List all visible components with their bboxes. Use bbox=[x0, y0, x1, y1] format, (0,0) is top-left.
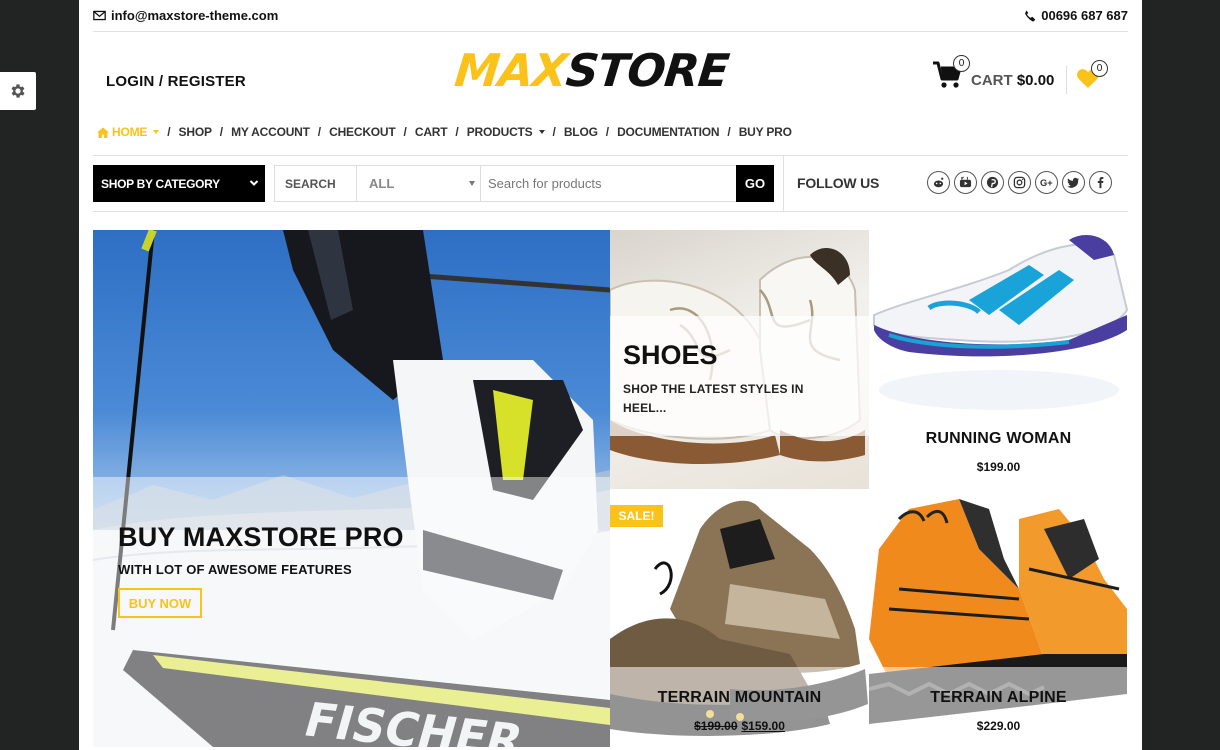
sale-badge: SALE! bbox=[610, 505, 663, 527]
running-shoe-image bbox=[873, 235, 1128, 410]
gear-icon bbox=[11, 84, 25, 98]
page-container: info@maxstore-theme.com 00696 687 687 LO… bbox=[79, 0, 1142, 750]
nav-label-home: HOME bbox=[112, 125, 148, 139]
reddit-icon[interactable] bbox=[927, 171, 950, 194]
chevron-down-icon bbox=[153, 130, 160, 134]
nav-separator: / bbox=[167, 125, 171, 139]
product-price: $229.00 bbox=[976, 719, 1021, 733]
svg-text:G+: G+ bbox=[1040, 178, 1053, 188]
nav-item-home[interactable]: HOME bbox=[97, 125, 160, 139]
follow-us-label: FOLLOW US bbox=[797, 175, 880, 191]
search-input[interactable] bbox=[481, 166, 736, 201]
shoes-title: SHOES bbox=[623, 340, 718, 370]
nav-separator: / bbox=[727, 125, 731, 139]
search-category-value: ALL bbox=[369, 176, 395, 191]
cart-label: CART $0.00 bbox=[971, 72, 1054, 89]
cart-icon-wrapper: 0 bbox=[932, 55, 970, 90]
shoes-overlay bbox=[610, 316, 869, 436]
nav-separator: / bbox=[403, 125, 407, 139]
instagram-icon[interactable] bbox=[1008, 171, 1031, 194]
facebook-icon[interactable] bbox=[1089, 171, 1112, 194]
contact-phone[interactable]: 00696 687 687 bbox=[1023, 8, 1128, 23]
search-go-button[interactable]: GO bbox=[736, 165, 774, 202]
product-name: TERRAIN ALPINE bbox=[930, 689, 1067, 706]
category-button-label: SHOP BY CATEGORY bbox=[101, 176, 220, 191]
envelope-icon bbox=[93, 10, 106, 21]
nav-item-documentation[interactable]: DOCUMENTATION bbox=[617, 125, 719, 139]
cart-amount: $0.00 bbox=[1016, 71, 1055, 89]
nav-item-shop[interactable]: SHOP bbox=[179, 125, 212, 139]
product-overlay bbox=[869, 667, 1128, 747]
dropdown-arrow-icon bbox=[469, 181, 475, 186]
product-terrain-mountain[interactable]: SALE! TERRAIN MOUNTAIN $199.00 $159.00 bbox=[610, 489, 869, 747]
nav-item-my-account[interactable]: MY ACCOUNT bbox=[231, 125, 310, 139]
nav-item-checkout[interactable]: CHECKOUT bbox=[329, 125, 396, 139]
product-search-form: SEARCH ALL GO bbox=[274, 165, 774, 202]
email-text: info@maxstore-theme.com bbox=[111, 8, 279, 23]
banner-title: BUY MAXSTORE PRO bbox=[118, 522, 404, 552]
phone-text: 00696 687 687 bbox=[1041, 8, 1128, 23]
search-label: SEARCH bbox=[275, 166, 357, 201]
old-price: $199.00 bbox=[694, 719, 738, 733]
promo-banner-main[interactable]: FISCHER BUY MAXSTORE PRO WITH LOT OF AWE… bbox=[93, 230, 610, 747]
cart-count-badge: 0 bbox=[953, 55, 970, 72]
header-cart[interactable]: 0 CART $0.00 bbox=[932, 55, 1054, 90]
chevron-down-icon bbox=[538, 130, 545, 134]
nav-separator: / bbox=[552, 125, 556, 139]
contact-email[interactable]: info@maxstore-theme.com bbox=[93, 8, 278, 23]
product-terrain-alpine[interactable]: TERRAIN ALPINE $229.00 bbox=[869, 489, 1128, 747]
nav-separator: / bbox=[219, 125, 224, 139]
product-overlay bbox=[610, 667, 869, 747]
pinterest-icon[interactable] bbox=[981, 171, 1004, 194]
banner-subtitle: WITH LOT OF AWESOME FEATURES bbox=[118, 562, 352, 577]
wishlist-count-badge: 0 bbox=[1091, 60, 1108, 77]
product-name: RUNNING WOMAN bbox=[925, 430, 1072, 447]
top-bar: info@maxstore-theme.com 00696 687 687 bbox=[93, 0, 1128, 32]
nav-label-products: PRODUCTS bbox=[466, 125, 533, 139]
twitter-icon[interactable] bbox=[1062, 171, 1085, 194]
youtube-icon[interactable] bbox=[954, 171, 977, 194]
nav-item-buy-pro[interactable]: BUY PRO bbox=[739, 125, 792, 139]
product-price: $199.00 bbox=[976, 460, 1021, 474]
nav-item-products[interactable]: PRODUCTS bbox=[467, 125, 545, 139]
settings-panel-toggle[interactable] bbox=[0, 72, 36, 110]
product-price: $199.00 $159.00 bbox=[610, 719, 869, 733]
search-row: SHOP BY CATEGORY SEARCH ALL GO FOLLOW US… bbox=[93, 155, 1128, 212]
product-running-woman[interactable]: RUNNING WOMAN $199.00 bbox=[869, 230, 1128, 489]
chevron-down-icon bbox=[249, 180, 259, 186]
home-icon bbox=[97, 127, 109, 138]
shoes-subtitle: SHOP THE LATEST STYLES IN HEEL... bbox=[623, 382, 804, 415]
logo-store: STORE bbox=[563, 44, 731, 97]
sale-price: $159.00 bbox=[741, 719, 785, 733]
shoes-category-banner[interactable]: SHOES SHOP THE LATEST STYLES IN HEEL... bbox=[610, 230, 869, 489]
search-category-select[interactable]: ALL bbox=[357, 166, 481, 201]
product-name: TERRAIN MOUNTAIN bbox=[657, 689, 822, 706]
phone-icon bbox=[1025, 10, 1036, 22]
header-divider bbox=[1066, 66, 1067, 94]
nav-separator: / bbox=[455, 125, 459, 139]
wishlist-button[interactable]: 0 bbox=[1076, 60, 1108, 89]
google-plus-icon[interactable]: G+ bbox=[1035, 171, 1058, 194]
social-links: G+ bbox=[927, 171, 1112, 194]
nav-separator: / bbox=[317, 125, 322, 139]
shop-by-category-button[interactable]: SHOP BY CATEGORY bbox=[93, 165, 265, 202]
main-navigation: HOME / SHOP / MY ACCOUNT / CHECKOUT / CA… bbox=[97, 125, 792, 139]
follow-divider bbox=[783, 156, 784, 212]
cart-text: CART bbox=[971, 71, 1013, 89]
nav-separator: / bbox=[605, 125, 610, 139]
nav-item-blog[interactable]: BLOG bbox=[564, 125, 598, 139]
site-logo[interactable]: MAXSTORE bbox=[452, 44, 769, 97]
buy-now-button[interactable]: BUY NOW bbox=[118, 588, 202, 618]
logo-max: MAX bbox=[452, 44, 570, 97]
login-register-link[interactable]: LOGIN / REGISTER bbox=[106, 73, 246, 90]
nav-item-cart[interactable]: CART bbox=[415, 125, 448, 139]
